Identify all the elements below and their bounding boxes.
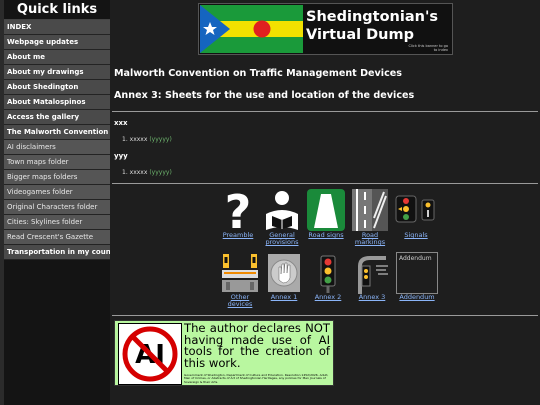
sidebar-item-transportation[interactable]: Transportation in my countries bbox=[4, 245, 110, 260]
banner-title-line1: Shedingtonian's bbox=[306, 9, 439, 25]
icon-cell-annex-1[interactable]: Annex 1 bbox=[264, 252, 304, 301]
divider bbox=[112, 111, 538, 112]
ai-disclaimer-fineprint: Government of Shedington, Department of … bbox=[184, 372, 329, 384]
traffic-signal-icon bbox=[320, 255, 336, 293]
list-item-number: 1. bbox=[122, 136, 128, 143]
list-item-text: xxxxx bbox=[129, 136, 148, 143]
list-item-paren: (yyyyy) bbox=[149, 136, 172, 143]
banner-title-line2: Virtual Dump bbox=[306, 27, 414, 43]
sidebar-item-bigger-maps[interactable]: Bigger maps folders bbox=[4, 170, 110, 185]
quick-links-sidebar: Quick links INDEX Webpage updates About … bbox=[4, 0, 110, 405]
sidebar-item-ai-disclaimers[interactable]: AI disclaimers bbox=[4, 140, 110, 155]
icon-cell-annex-2[interactable]: Annex 2 bbox=[308, 252, 348, 301]
sidebar-item-about-me[interactable]: About me bbox=[4, 50, 110, 65]
sidebar-item-about-my-drawings[interactable]: About my drawings bbox=[4, 65, 110, 80]
sidebar-item-crescents-gazette[interactable]: Read Crescent's Gazette bbox=[4, 230, 110, 245]
link-other-devices[interactable]: Other devices bbox=[218, 294, 262, 308]
sidebar-item-webpage-updates[interactable]: Webpage updates bbox=[4, 35, 110, 50]
site-banner[interactable]: Shedingtonian's Virtual Dump Click this … bbox=[198, 3, 453, 55]
divider bbox=[112, 183, 538, 184]
page-title: Malworth Convention on Traffic Managemen… bbox=[114, 68, 402, 79]
sidebar-item-malworth-convention[interactable]: The Malworth Convention bbox=[4, 125, 110, 140]
sidebar-item-original-characters[interactable]: Original Characters folder bbox=[4, 200, 110, 215]
shedington-flag-icon bbox=[200, 5, 303, 53]
link-signals[interactable]: Signals bbox=[394, 232, 438, 239]
icon-cell-preamble[interactable]: ? Preamble bbox=[218, 188, 258, 239]
sidebar-item-about-shedington[interactable]: About Shedington bbox=[4, 80, 110, 95]
no-ai-sign-icon: AI bbox=[118, 323, 182, 385]
link-road-markings[interactable]: Road markings bbox=[350, 232, 390, 246]
link-preamble[interactable]: Preamble bbox=[218, 232, 258, 239]
icon-cell-road-signs[interactable]: Road signs bbox=[306, 188, 346, 239]
sidebar-item-cities-skylines[interactable]: Cities: Skylines folder bbox=[4, 215, 110, 230]
list-item: 1. xxxxx (yyyyy) bbox=[122, 169, 172, 176]
broken-image-icon: Addendum bbox=[396, 252, 438, 294]
link-addendum[interactable]: Addendum bbox=[396, 294, 438, 301]
icon-cell-annex-3[interactable]: Annex 3 bbox=[352, 252, 392, 301]
main-content: Shedingtonian's Virtual Dump Click this … bbox=[110, 0, 540, 405]
link-general-provisions[interactable]: General provisions bbox=[260, 232, 304, 246]
link-road-signs[interactable]: Road signs bbox=[306, 232, 346, 239]
hand-stop-icon bbox=[268, 254, 300, 292]
svg-text:?: ? bbox=[225, 188, 252, 232]
section-label: xxx bbox=[114, 119, 128, 127]
question-mark-icon: ? bbox=[225, 188, 252, 232]
list-item-number: 1. bbox=[122, 169, 128, 176]
road-barrier-icon bbox=[222, 254, 258, 292]
banner-title: Shedingtonian's Virtual Dump bbox=[306, 8, 451, 44]
banner-note: Click this banner to go to index bbox=[408, 44, 448, 52]
ai-disclaimer-text: The author declares NOT having made use … bbox=[184, 321, 330, 370]
sidebar-item-town-maps[interactable]: Town maps folder bbox=[4, 155, 110, 170]
sidebar-item-videogames[interactable]: Videogames folder bbox=[4, 185, 110, 200]
sidebar-item-access-gallery[interactable]: Access the gallery bbox=[4, 110, 110, 125]
signal-pole-icon bbox=[358, 256, 388, 294]
addendum-alt-text: Addendum bbox=[399, 255, 432, 262]
link-annex-3[interactable]: Annex 3 bbox=[352, 294, 392, 301]
link-annex-1[interactable]: Annex 1 bbox=[264, 294, 304, 301]
reading-person-icon bbox=[266, 191, 298, 230]
divider bbox=[112, 315, 538, 316]
icon-cell-signals[interactable]: Signals bbox=[394, 188, 438, 239]
sidebar-item-index[interactable]: INDEX bbox=[4, 20, 110, 35]
list-item-paren: (yyyyy) bbox=[149, 169, 172, 176]
road-sign-icon bbox=[307, 189, 345, 231]
icon-cell-road-markings[interactable]: Road markings bbox=[350, 188, 390, 246]
sidebar-title: Quick links bbox=[4, 0, 110, 20]
traffic-light-icon bbox=[395, 195, 435, 223]
list-item: 1. xxxxx (yyyyy) bbox=[122, 136, 172, 143]
list-item-text: xxxxx bbox=[129, 169, 148, 176]
link-annex-2[interactable]: Annex 2 bbox=[308, 294, 348, 301]
page-subtitle: Annex 3: Sheets for the use and location… bbox=[114, 90, 415, 101]
road-markings-icon bbox=[352, 189, 388, 231]
icon-cell-other-devices[interactable]: Other devices bbox=[218, 252, 262, 308]
sidebar-item-about-matalospinos[interactable]: About Matalospinos bbox=[4, 95, 110, 110]
ai-disclaimer-banner[interactable]: AI The author declares NOT having made u… bbox=[114, 320, 334, 386]
section-label: yyy bbox=[114, 152, 128, 160]
icon-cell-general-provisions[interactable]: General provisions bbox=[260, 188, 304, 246]
icon-cell-addendum[interactable]: Addendum Addendum bbox=[396, 252, 438, 301]
